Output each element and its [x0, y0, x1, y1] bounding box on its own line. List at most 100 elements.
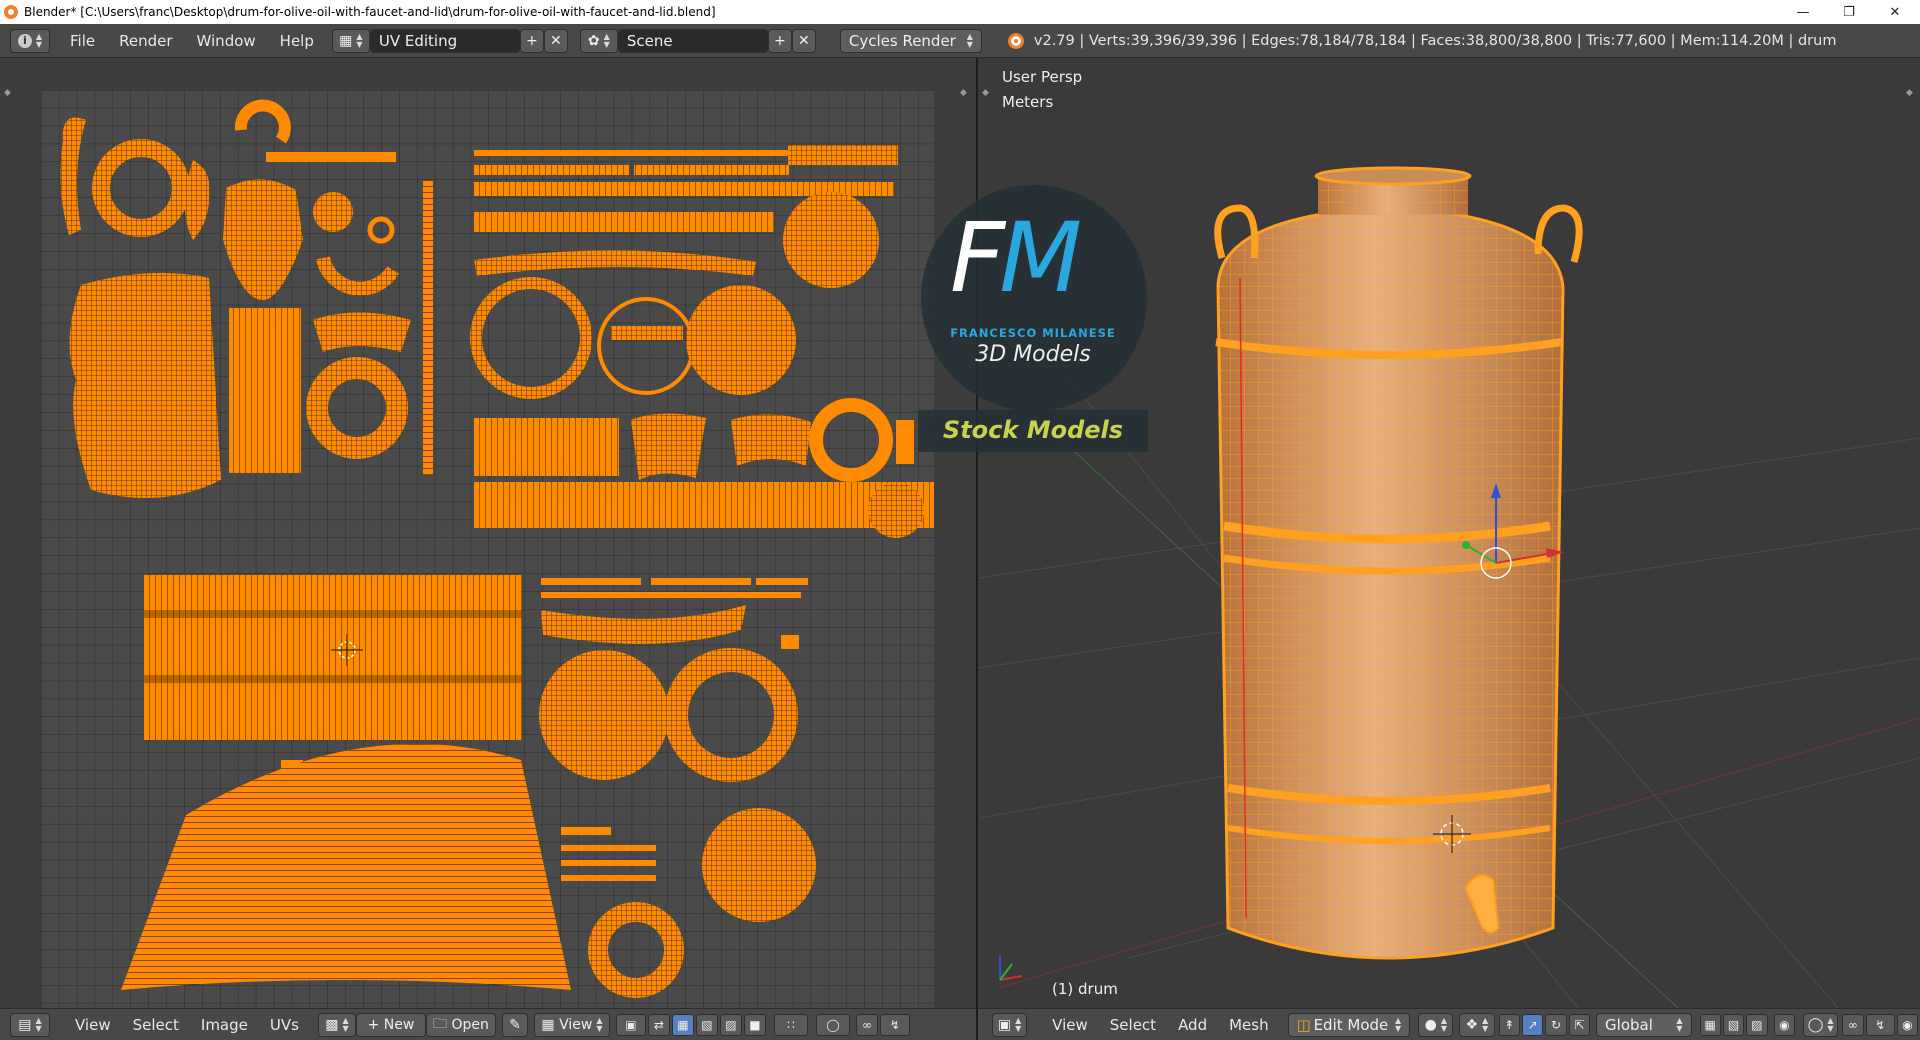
editor-type-info-button[interactable]: i ▲ ▼ — [10, 28, 50, 53]
delete-scene-button[interactable]: ✕ — [791, 28, 816, 53]
interaction-mode-dropdown[interactable]: ◫ Edit Mode ▲ ▼ — [1287, 1012, 1411, 1037]
x-icon: ✕ — [550, 32, 562, 49]
snap-element-icon[interactable]: ↯ — [879, 1013, 910, 1036]
restore-icon[interactable]: ❐ — [1826, 0, 1872, 24]
edge-select-mode-icon[interactable]: ▧ — [1722, 1013, 1745, 1036]
area-corner-icon[interactable]: ◆ — [4, 88, 11, 98]
menu-help[interactable]: Help — [268, 32, 326, 50]
limit-selection-icon[interactable]: ◉ — [1773, 1013, 1796, 1036]
scene-field[interactable]: Scene — [617, 28, 768, 53]
shading-dropdown[interactable]: ● ▲ ▼ — [1418, 1012, 1454, 1037]
image-browse-button[interactable]: ▩ ▲ ▼ — [317, 1012, 356, 1037]
layout-grid-icon: ▦ — [339, 32, 353, 49]
uv-editor-header: ▤ ▲ ▼ View Select Image UVs ▩ ▲ ▼ + New 🗀 … — [0, 1008, 976, 1040]
menu-render[interactable]: Render — [107, 32, 184, 50]
add-screen-button[interactable]: + — [519, 28, 544, 53]
units-label: Meters — [1002, 93, 1054, 111]
snap-icon[interactable]: ∞ — [1842, 1013, 1864, 1036]
object-label: (1) drum — [1052, 980, 1118, 998]
uv-menu-uvs[interactable]: UVs — [259, 1016, 310, 1034]
uv-layout-canvas[interactable] — [41, 90, 934, 1008]
view-name-label: User Persp — [1002, 68, 1083, 86]
pivot-point-dropdown[interactable]: ❖ ▲ ▼ — [1459, 1012, 1495, 1037]
sync-select-icon[interactable]: ⇄ — [647, 1013, 670, 1036]
watermark-name: FRANCESCO MILANESE — [950, 326, 1116, 340]
viewport-header: ▣ ▲ ▼ View Select Add Mesh ◫ Edit Mode ▲ ▼… — [978, 1008, 1920, 1040]
transform-orientation-dropdown[interactable]: Global ▲ ▼ — [1596, 1012, 1692, 1037]
sticky-select-icon[interactable]: ∷ — [773, 1013, 808, 1036]
cube-icon: ▣ — [997, 1016, 1012, 1033]
vp-menu-add[interactable]: Add — [1167, 1016, 1218, 1034]
scene-icon: ✿ — [587, 32, 600, 49]
island-select-icon[interactable]: ■ — [743, 1013, 766, 1036]
add-scene-button[interactable]: + — [767, 28, 792, 53]
render-engine-label: Cycles Render — [848, 31, 956, 50]
uv-editor-type-button[interactable]: ▤ ▲ ▼ — [10, 1012, 50, 1037]
screen-layout-field[interactable]: UV Editing — [369, 28, 520, 53]
view-mode-dropdown[interactable]: ▦ View ▲ ▼ — [533, 1012, 610, 1037]
close-icon[interactable]: ✕ — [1872, 0, 1918, 24]
vp-menu-select[interactable]: Select — [1099, 1016, 1167, 1034]
screen-layout-name: UV Editing — [378, 31, 458, 50]
area-corner-icon[interactable]: ◆ — [960, 88, 967, 98]
vertex-select-icon[interactable]: ▦ — [671, 1013, 694, 1036]
image-editor-icon: ▤ — [18, 1016, 32, 1033]
pin-icon[interactable]: ✎ — [501, 1012, 528, 1037]
drum-mesh[interactable] — [1214, 166, 1583, 960]
proportional-edit-dropdown[interactable]: ◯ ▲ ▼ — [1803, 1012, 1839, 1037]
translate-manipulator-icon[interactable]: ↗ — [1521, 1013, 1544, 1036]
plus-icon: + — [774, 32, 786, 49]
proportional-edit-icon[interactable]: ◯ — [815, 1013, 850, 1036]
manipulator-toggle-icon[interactable]: ↟ — [1498, 1013, 1520, 1036]
vertex-select-mode-icon[interactable]: ▦ — [1699, 1013, 1721, 1036]
plus-icon: + — [526, 32, 538, 49]
x-icon: ✕ — [798, 32, 810, 49]
view-icon: ▦ — [541, 1016, 555, 1033]
screen-layout-icon-button[interactable]: ▦ ▲ ▼ — [331, 28, 370, 53]
window-title: Blender* [C:\Users\franc\Desktop\drum-fo… — [24, 5, 716, 19]
pivot-icon[interactable]: ▣ — [615, 1013, 646, 1036]
rotate-manipulator-icon[interactable]: ↻ — [1545, 1013, 1567, 1036]
watermark-initial-m: M — [999, 202, 1082, 314]
uv-menu-image[interactable]: Image — [190, 1016, 259, 1034]
watermark-initial-f: F — [950, 202, 1005, 314]
proportional-icon: ◯ — [1807, 1016, 1824, 1033]
delete-screen-button[interactable]: ✕ — [543, 28, 568, 53]
folder-icon: 🗀 — [433, 1015, 447, 1032]
menu-file[interactable]: File — [58, 32, 107, 50]
updown-arrows-icon: ▲ ▼ — [35, 31, 43, 49]
interaction-mode-label: Edit Mode — [1313, 1015, 1389, 1034]
open-image-button[interactable]: 🗀 Open — [425, 1012, 496, 1037]
scale-manipulator-icon[interactable]: ⇱ — [1568, 1013, 1591, 1036]
scene-stats: v2.79 | Verts:39,396/39,396 | Edges:78,1… — [1033, 32, 1837, 49]
uv-image-editor[interactable]: ◆ ◆ — [0, 58, 976, 1008]
face-select-mode-icon[interactable]: ▨ — [1746, 1013, 1768, 1036]
plus-icon: + — [367, 1016, 380, 1033]
info-header: i ▲ ▼ File Render Window Help ▦ ▲ ▼ UV Edi… — [0, 24, 1920, 58]
blender-small-logo-icon — [1007, 32, 1024, 49]
scene-icon-button[interactable]: ✿ ▲ ▼ — [579, 28, 618, 53]
new-image-button[interactable]: + New — [355, 1012, 426, 1037]
info-icon: i — [17, 33, 32, 48]
vp-menu-view[interactable]: View — [1041, 1016, 1099, 1034]
orientation-label: Global — [1605, 1015, 1653, 1034]
snap-element-icon[interactable]: ↯ — [1865, 1013, 1895, 1036]
minimize-icon[interactable]: — — [1780, 0, 1826, 24]
face-select-icon[interactable]: ▨ — [719, 1013, 742, 1036]
render-preview-icon[interactable]: ◉ — [1896, 1013, 1919, 1036]
view-axes-icon — [999, 956, 1023, 981]
viewport-editor-type-button[interactable]: ▣ ▲ ▼ — [992, 1012, 1028, 1037]
edit-mode-icon: ◫ — [1296, 1015, 1311, 1034]
render-engine-dropdown[interactable]: Cycles Render ▲ ▼ — [839, 28, 982, 53]
edge-select-icon[interactable]: ▧ — [695, 1013, 718, 1036]
uv-menu-select[interactable]: Select — [122, 1016, 190, 1034]
vp-menu-mesh[interactable]: Mesh — [1218, 1016, 1280, 1034]
uv-menu-view[interactable]: View — [64, 1016, 122, 1034]
scene-name: Scene — [626, 31, 673, 50]
snap-icon[interactable]: ∞ — [855, 1013, 878, 1036]
watermark-subtitle: 3D Models — [975, 342, 1091, 367]
menu-window[interactable]: Window — [185, 32, 268, 50]
watermark-tagline: Stock Models — [942, 416, 1124, 444]
watermark-logo: FM FRANCESCO MILANESE 3D Models Stock Mo… — [918, 182, 1148, 452]
solid-shading-icon: ● — [1424, 1016, 1437, 1033]
